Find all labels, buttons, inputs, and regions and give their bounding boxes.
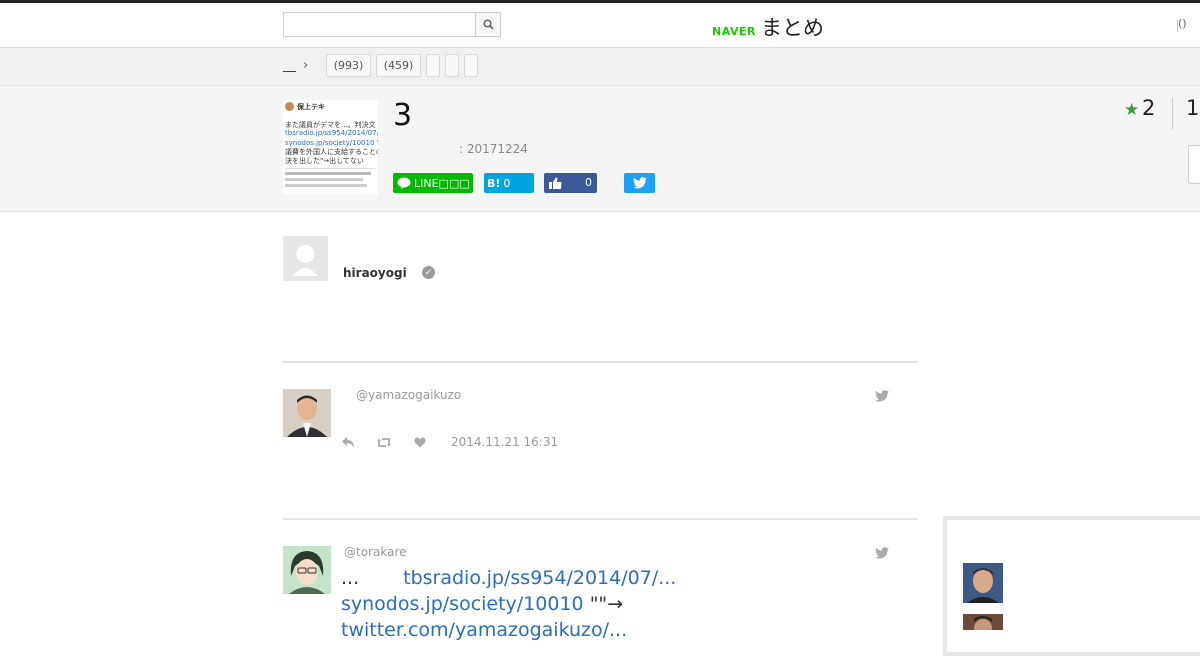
tweet-text: ... tbsradio.jp/ss954/2014/07/... synodos… xyxy=(341,565,901,643)
verified-check-icon: ✓ xyxy=(422,266,435,279)
twitter-bird-icon[interactable] xyxy=(875,547,889,559)
facebook-like-button[interactable]: 0 xyxy=(544,173,597,193)
tag-4[interactable] xyxy=(445,54,459,77)
thumbnail-line xyxy=(285,172,371,175)
thumbnail-text: 決を出した"→出してない xyxy=(285,157,364,165)
breadcrumb-home[interactable]: __ xyxy=(283,58,296,73)
tweet-handle[interactable]: @torakare xyxy=(344,545,406,559)
tag-2[interactable]: (459) xyxy=(376,54,421,77)
stats-divider xyxy=(1172,98,1173,130)
favorite-count: 2 xyxy=(1142,96,1156,120)
section-divider xyxy=(283,361,918,363)
tweet-link[interactable]: synodos.jp/society/10010 xyxy=(341,593,584,615)
hatena-count: 0 xyxy=(503,176,511,190)
line-icon xyxy=(397,177,411,189)
tweet-actions: 2014.11.21 16:31 xyxy=(341,435,558,449)
line-share-button[interactable]: LINE□□□ xyxy=(393,173,473,193)
chevron-right-icon: › xyxy=(303,58,309,73)
header-user-link[interactable]: () xyxy=(1178,17,1187,30)
breadcrumb: __ › (993) (459) xyxy=(0,48,1200,86)
twitter-bird-icon xyxy=(632,177,647,189)
section-divider xyxy=(283,518,918,520)
search-input[interactable] xyxy=(284,13,478,36)
tweet-handle[interactable]: @yamazogaikuzo xyxy=(356,388,461,402)
star-icon: ★ xyxy=(1124,100,1140,120)
thumbnail-text: tbsradio.jp/ss954/2014/07/ xyxy=(285,129,378,137)
thumbnail-text: 保上テキ xyxy=(297,103,325,111)
tweet-avatar[interactable] xyxy=(283,546,331,594)
thumbs-up-icon xyxy=(549,177,562,189)
hatena-bookmark-button[interactable]: B! 0 xyxy=(484,173,534,193)
tweet-timestamp[interactable]: 2014.11.21 16:31 xyxy=(451,435,558,449)
thumbnail-line xyxy=(285,184,367,187)
related-thumbnail[interactable] xyxy=(963,614,1003,630)
site-header: NAVER まとめ () xyxy=(0,3,1200,48)
line-share-label: LINE□□□ xyxy=(414,176,470,190)
reply-icon[interactable] xyxy=(341,435,355,449)
update-date: : 20171224 xyxy=(459,142,528,156)
search-icon xyxy=(482,19,494,30)
person-photo-icon xyxy=(963,614,1003,630)
logo-matome-text: まとめ xyxy=(760,16,824,40)
view-count: 1 xyxy=(1186,96,1200,120)
heart-icon[interactable] xyxy=(413,435,427,449)
tag-1[interactable]: (993) xyxy=(326,54,371,77)
search-button[interactable] xyxy=(475,13,500,36)
tag-5[interactable] xyxy=(464,54,478,77)
default-avatar-icon xyxy=(293,245,318,276)
tweet-link[interactable]: twitter.com/yamazogaikuzo/... xyxy=(341,619,627,641)
matome-thumbnail[interactable]: 保上テキ また議員がデマを...。判決文 tbsradio.jp/ss954/2… xyxy=(283,100,378,195)
retweet-icon[interactable] xyxy=(377,435,391,449)
page-title: 3 xyxy=(393,98,413,133)
user-photo-icon xyxy=(283,389,331,437)
author-name[interactable]: hiraoyogi xyxy=(343,266,407,280)
user-photo-icon xyxy=(283,546,331,594)
search-box xyxy=(283,12,501,37)
twitter-share-button[interactable] xyxy=(624,173,655,193)
avatar[interactable] xyxy=(283,236,328,281)
tweet-link[interactable]: tbsradio.jp/ss954/2014/07/... xyxy=(403,567,676,589)
facebook-like-count: 0 xyxy=(585,176,592,189)
matome-header: 保上テキ また議員がデマを...。判決文 tbsradio.jp/ss954/2… xyxy=(0,86,1200,212)
tweet-avatar[interactable] xyxy=(283,389,331,437)
thumbnail-divider xyxy=(285,168,376,169)
thumbnail-line xyxy=(285,178,363,181)
tweet-quote-text: ""→ xyxy=(583,593,624,615)
tweet-text-prefix: ... xyxy=(341,567,360,589)
hatena-label: B! xyxy=(487,176,501,190)
tag-3[interactable] xyxy=(426,54,440,77)
favorite-button[interactable] xyxy=(1188,145,1200,184)
twitter-bird-icon[interactable] xyxy=(875,390,889,402)
related-thumbnail[interactable] xyxy=(963,563,1003,603)
naver-matome-logo[interactable]: NAVER まとめ xyxy=(712,12,824,42)
person-photo-icon xyxy=(963,563,1003,603)
thumbnail-avatar xyxy=(285,102,294,111)
logo-naver-text: NAVER xyxy=(712,25,756,38)
